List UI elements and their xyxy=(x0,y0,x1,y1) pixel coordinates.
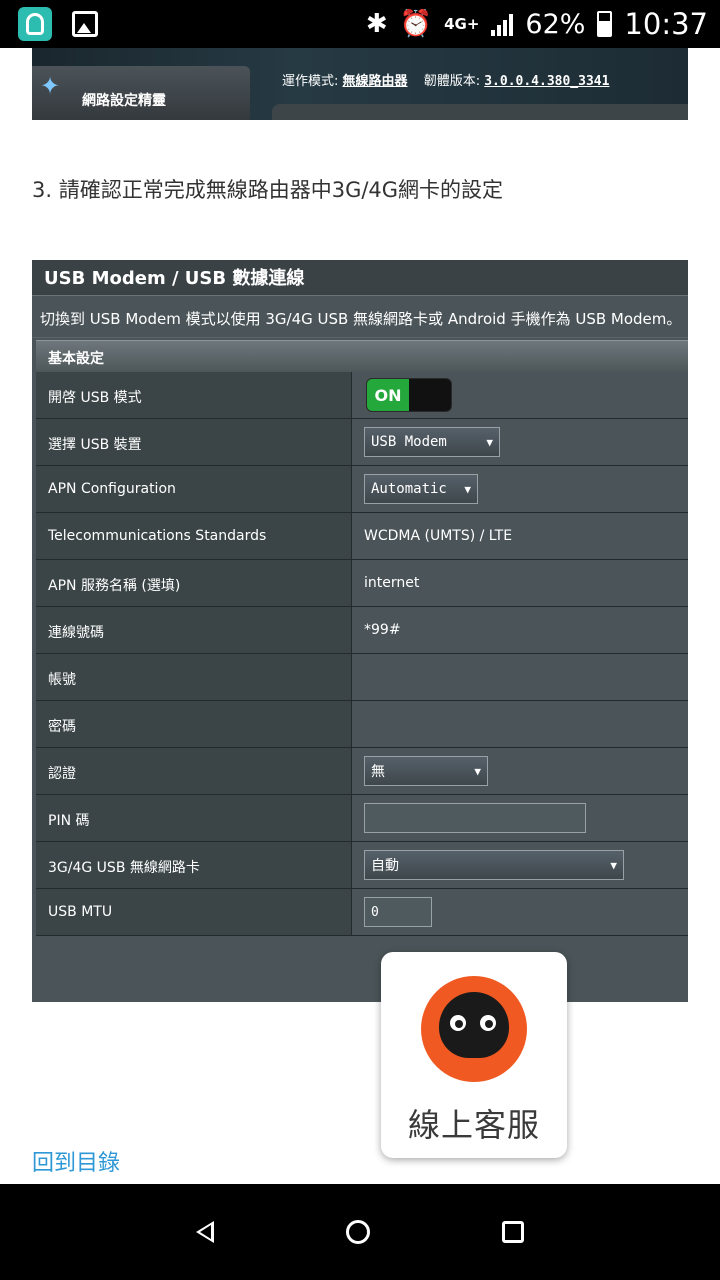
camera-app-icon xyxy=(18,7,52,41)
row-label: APN 服務名稱 (選填) xyxy=(36,560,352,606)
table-row: 選擇 USB 裝置 USB Modem ▼ xyxy=(36,419,688,466)
row-label: 認證 xyxy=(36,748,352,794)
online-support-label: 線上客服 xyxy=(407,1106,540,1144)
recent-apps-icon[interactable] xyxy=(502,1221,524,1243)
row-label: 帳號 xyxy=(36,654,352,700)
table-row: PIN 碼 xyxy=(36,795,688,842)
telecom-standards-value: WCDMA (UMTS) / LTE xyxy=(352,513,688,559)
dropdown-arrow-icon: ▼ xyxy=(474,764,481,778)
row-label: 選擇 USB 裝置 xyxy=(36,419,352,465)
router-header-banner: ✦ 網路設定精靈 運作模式: 無線路由器 韌體版本: 3.0.0.4.380_3… xyxy=(32,48,688,120)
panel-title: USB Modem / USB 數據連線 xyxy=(32,260,688,296)
table-row: 認證 無 ▼ xyxy=(36,748,688,795)
magic-wand-icon: ✦ xyxy=(40,72,61,100)
section-header: 基本設定 xyxy=(36,340,688,372)
row-label: 密碼 xyxy=(36,701,352,747)
table-row: 3G/4G USB 無線網路卡 自動 ▼ xyxy=(36,842,688,889)
navigation-bar xyxy=(0,1184,720,1280)
apn-config-value: Automatic xyxy=(371,481,447,497)
row-label: PIN 碼 xyxy=(36,795,352,841)
dial-number-value: *99# xyxy=(352,607,688,653)
back-icon[interactable] xyxy=(196,1221,214,1243)
row-label: 開啓 USB 模式 xyxy=(36,372,352,418)
apn-name-value: internet xyxy=(352,560,688,606)
mode-label: 運作模式: xyxy=(282,74,339,89)
owl-mascot-icon xyxy=(421,976,527,1082)
auth-select[interactable]: 無 ▼ xyxy=(364,756,488,786)
dropdown-arrow-icon: ▼ xyxy=(486,435,493,449)
usb-adapter-select[interactable]: 自動 ▼ xyxy=(364,850,624,880)
back-to-toc-link[interactable]: 回到目錄 xyxy=(32,1145,120,1177)
battery-percent: 62% xyxy=(525,8,586,40)
online-support-button[interactable]: 線上客服 xyxy=(381,952,567,1158)
clock: 10:37 xyxy=(624,7,708,41)
usb-device-value: USB Modem xyxy=(371,434,447,450)
step-text: 3. 請確認正常完成無線路由器中3G/4G網卡的設定 xyxy=(32,178,504,202)
username-value xyxy=(352,654,688,700)
apn-config-select[interactable]: Automatic ▼ xyxy=(364,474,478,504)
table-row: 密碼 xyxy=(36,701,688,748)
usb-mtu-input[interactable]: 0 xyxy=(364,897,432,927)
usb-adapter-value: 自動 xyxy=(371,858,399,874)
firmware-label: 韌體版本: xyxy=(423,74,481,89)
table-row: Telecommunications Standards WCDMA (UMTS… xyxy=(36,513,688,560)
alarm-icon: ⏰ xyxy=(399,9,433,39)
wizard-label: 網路設定精靈 xyxy=(82,93,166,109)
dropdown-arrow-icon: ▼ xyxy=(464,482,471,496)
row-label: 3G/4G USB 無線網路卡 xyxy=(36,842,352,888)
dropdown-arrow-icon: ▼ xyxy=(610,858,617,872)
usb-mode-toggle[interactable]: ON xyxy=(366,378,452,412)
toggle-on-label: ON xyxy=(367,379,409,411)
table-row: APN 服務名稱 (選填) internet xyxy=(36,560,688,607)
row-label: 連線號碼 xyxy=(36,607,352,653)
table-row: 帳號 xyxy=(36,654,688,701)
auth-value: 無 xyxy=(371,764,385,780)
row-label: Telecommunications Standards xyxy=(36,513,352,559)
table-row: 開啓 USB 模式 ON xyxy=(36,372,688,419)
screen: ✱ ⏰ 4G+ 62% 10:37 ✦ 網路設定精靈 運作模式: 無線路由器 韌… xyxy=(0,0,720,1280)
bluetooth-icon: ✱ xyxy=(365,9,388,39)
table-row: USB MTU 0 xyxy=(36,889,688,936)
signal-icon xyxy=(491,12,514,36)
table-row: APN Configuration Automatic ▼ xyxy=(36,466,688,513)
row-label: APN Configuration xyxy=(36,466,352,512)
mode-value: 無線路由器 xyxy=(342,74,408,89)
battery-icon xyxy=(597,11,613,37)
usb-modem-panel: USB Modem / USB 數據連線 切換到 USB Modem 模式以使用… xyxy=(32,260,688,1002)
table-row: 連線號碼 *99# xyxy=(36,607,688,654)
network-type: 4G+ xyxy=(444,15,480,33)
usb-device-select[interactable]: USB Modem ▼ xyxy=(364,427,500,457)
firmware-value: 3.0.0.4.380_3341 xyxy=(484,74,610,89)
mode-info: 運作模式: 無線路由器 韌體版本: 3.0.0.4.380_3341 xyxy=(282,70,609,89)
status-bar: ✱ ⏰ 4G+ 62% 10:37 xyxy=(0,0,720,48)
panel-description: 切換到 USB Modem 模式以使用 3G/4G USB 無線網路卡或 And… xyxy=(32,296,688,338)
home-icon[interactable] xyxy=(346,1220,370,1244)
settings-table: 開啓 USB 模式 ON 選擇 USB 裝置 USB Modem ▼ APN C… xyxy=(36,372,688,936)
gallery-icon xyxy=(72,11,98,37)
password-value xyxy=(352,701,688,747)
row-label: USB MTU xyxy=(36,889,352,935)
pin-code-input[interactable] xyxy=(364,803,586,833)
